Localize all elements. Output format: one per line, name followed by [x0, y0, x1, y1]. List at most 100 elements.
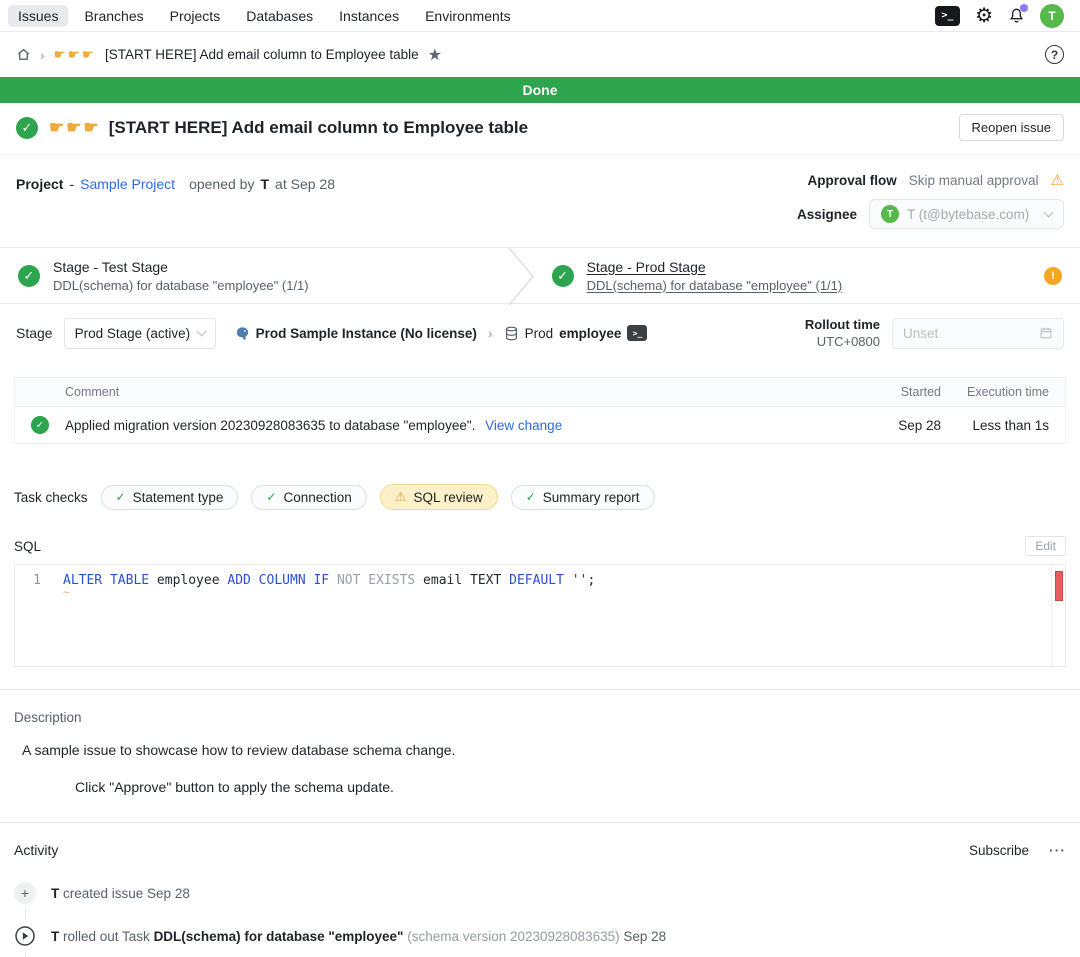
nav-tab-branches[interactable]: Branches	[74, 5, 153, 27]
task-checks: Task checks ✓ Statement type ✓ Connectio…	[14, 484, 1066, 510]
check-badge-sql-review[interactable]: ⚠ SQL review	[380, 484, 498, 510]
sql-token: ALTER TABLE	[63, 573, 149, 588]
approval-flow-value: Skip manual approval	[909, 173, 1039, 188]
stage-prod-subtitle[interactable]: DDL(schema) for database "employee" (1/1…	[587, 278, 843, 293]
check-warning-icon: ⚠	[395, 489, 407, 505]
row-started: Sep 28	[871, 418, 941, 433]
help-icon[interactable]: ?	[1045, 45, 1064, 64]
header-started: Started	[871, 385, 941, 399]
home-icon[interactable]	[16, 47, 31, 62]
nav-tabs: Issues Branches Projects Databases Insta…	[8, 5, 521, 27]
chevron-down-icon	[196, 326, 206, 336]
task-checks-label: Task checks	[14, 490, 88, 505]
assignee-select[interactable]: T T (t@bytebase.com)	[869, 199, 1064, 229]
status-banner: Done	[0, 77, 1080, 103]
database-link[interactable]: Prod employee >_	[504, 325, 648, 341]
edit-sql-button[interactable]: Edit	[1025, 536, 1066, 556]
table-row[interactable]: ✓ Applied migration version 202309280836…	[15, 406, 1065, 443]
check-pass-icon: ✓	[116, 490, 126, 504]
activity-date: Sep 28	[623, 929, 666, 944]
sql-statement: ALTER TABLE employee ADD COLUMN IF NOT E…	[49, 565, 1051, 666]
rollout-timezone: UTC+0800	[805, 334, 880, 349]
issue-meta: Project - Sample Project opened by T at …	[0, 155, 1080, 233]
nav-tab-instances[interactable]: Instances	[329, 5, 409, 27]
sql-token: DEFAULT	[509, 573, 564, 588]
breadcrumb: › ☛☛☛ [START HERE] Add email column to E…	[0, 32, 1080, 77]
line-number: 1	[15, 565, 49, 666]
stage-test[interactable]: ✓ Stage - Test Stage DDL(schema) for dat…	[0, 248, 508, 303]
rollout-time-block: Rollout time UTC+0800 Unset	[805, 317, 1064, 349]
breadcrumb-chevron-icon: ›	[40, 47, 45, 63]
instance-link[interactable]: Prod Sample Instance (No license)	[235, 326, 477, 341]
project-link[interactable]: Sample Project	[80, 176, 175, 192]
chevron-right-icon: ›	[488, 325, 493, 341]
activity-date: Sep 28	[147, 886, 190, 901]
bell-icon[interactable]	[1008, 7, 1025, 24]
database-env: Prod	[525, 326, 554, 341]
star-icon[interactable]: ★	[428, 45, 442, 65]
sql-token: NOT EXISTS	[337, 573, 415, 588]
stage-test-title: Stage - Test Stage	[53, 259, 309, 275]
badge-label: Statement type	[133, 490, 224, 505]
attention-badge[interactable]: !	[1044, 267, 1062, 285]
nav-tab-databases[interactable]: Databases	[236, 5, 323, 27]
activity-item: + T created issue Sep 28	[14, 882, 1066, 925]
header-comment: Comment	[65, 385, 871, 399]
open-in-sql-editor-icon[interactable]: >_	[627, 325, 647, 341]
check-badge-summary-report[interactable]: ✓ Summary report	[511, 485, 655, 510]
opened-by-label: opened by	[189, 176, 254, 192]
nav-tab-projects[interactable]: Projects	[160, 5, 231, 27]
assignee-avatar: T	[881, 205, 899, 223]
badge-label: Summary report	[543, 490, 640, 505]
database-icon	[504, 326, 519, 341]
description-section: Description A sample issue to showcase h…	[0, 690, 1080, 795]
badge-label: Connection	[283, 490, 351, 505]
assignee-value: T (t@bytebase.com)	[907, 207, 1029, 222]
reopen-issue-button[interactable]: Reopen issue	[959, 114, 1065, 141]
sql-token	[329, 573, 337, 588]
activity-note: (schema version 20230928083635)	[403, 929, 619, 944]
check-badge-connection[interactable]: ✓ Connection	[251, 485, 366, 510]
sql-section-header: SQL Edit	[14, 536, 1066, 556]
activity-actions: Subscribe ···	[969, 842, 1066, 858]
activity-text: T rolled out Task DDL(schema) for databa…	[51, 929, 666, 944]
stage-prod-title[interactable]: Stage - Prod Stage	[587, 259, 843, 275]
project-line: Project - Sample Project opened by T at …	[16, 171, 335, 192]
nav-tab-issues[interactable]: Issues	[8, 5, 68, 27]
view-change-link[interactable]: View change	[485, 418, 562, 433]
stage-prod[interactable]: ✓ Stage - Prod Stage DDL(schema) for dat…	[534, 248, 1080, 303]
instance-name: Prod Sample Instance (No license)	[256, 326, 477, 341]
description-label: Description	[14, 710, 1066, 725]
gear-icon[interactable]: ⚙	[975, 6, 993, 26]
avatar[interactable]: T	[1040, 4, 1064, 28]
sql-editor-icon[interactable]: >_	[935, 6, 960, 26]
sql-editor[interactable]: 1 ALTER TABLE employee ADD COLUMN IF NOT…	[14, 564, 1066, 667]
ruler-error-mark	[1055, 571, 1063, 601]
approval-flow-label: Approval flow	[807, 173, 896, 188]
calendar-icon	[1039, 326, 1053, 340]
nav-tab-environments[interactable]: Environments	[415, 5, 521, 27]
sql-token: ''	[572, 573, 588, 588]
more-options-icon[interactable]: ···	[1049, 842, 1066, 858]
header-execution-time: Execution time	[941, 385, 1049, 399]
activity-timeline: + T created issue Sep 28 T rolled out Ta…	[14, 882, 1066, 957]
row-success-icon: ✓	[31, 416, 49, 434]
editor-overview-ruler[interactable]	[1051, 565, 1065, 666]
rollout-time-input[interactable]: Unset	[892, 318, 1064, 349]
project-separator: -	[69, 176, 74, 192]
activity-title: Activity	[14, 842, 58, 858]
check-badge-statement-type[interactable]: ✓ Statement type	[101, 485, 239, 510]
top-nav: Issues Branches Projects Databases Insta…	[0, 0, 1080, 32]
page-title: ☛☛☛ [START HERE] Add email column to Emp…	[49, 118, 948, 138]
subscribe-button[interactable]: Subscribe	[969, 843, 1029, 858]
activity-action: rolled out Task	[59, 929, 153, 944]
sql-token: employee	[149, 573, 227, 588]
stage-prod-texts: Stage - Prod Stage DDL(schema) for datab…	[587, 259, 843, 293]
stage-select[interactable]: Prod Stage (active)	[64, 318, 216, 349]
project-label: Project	[16, 176, 63, 192]
activity-actor: T	[51, 929, 59, 944]
check-pass-icon: ✓	[526, 490, 536, 504]
chevron-down-icon	[1044, 207, 1054, 217]
pointer-emoji: ☛☛☛	[54, 47, 96, 63]
stage-test-subtitle: DDL(schema) for database "employee" (1/1…	[53, 278, 309, 293]
